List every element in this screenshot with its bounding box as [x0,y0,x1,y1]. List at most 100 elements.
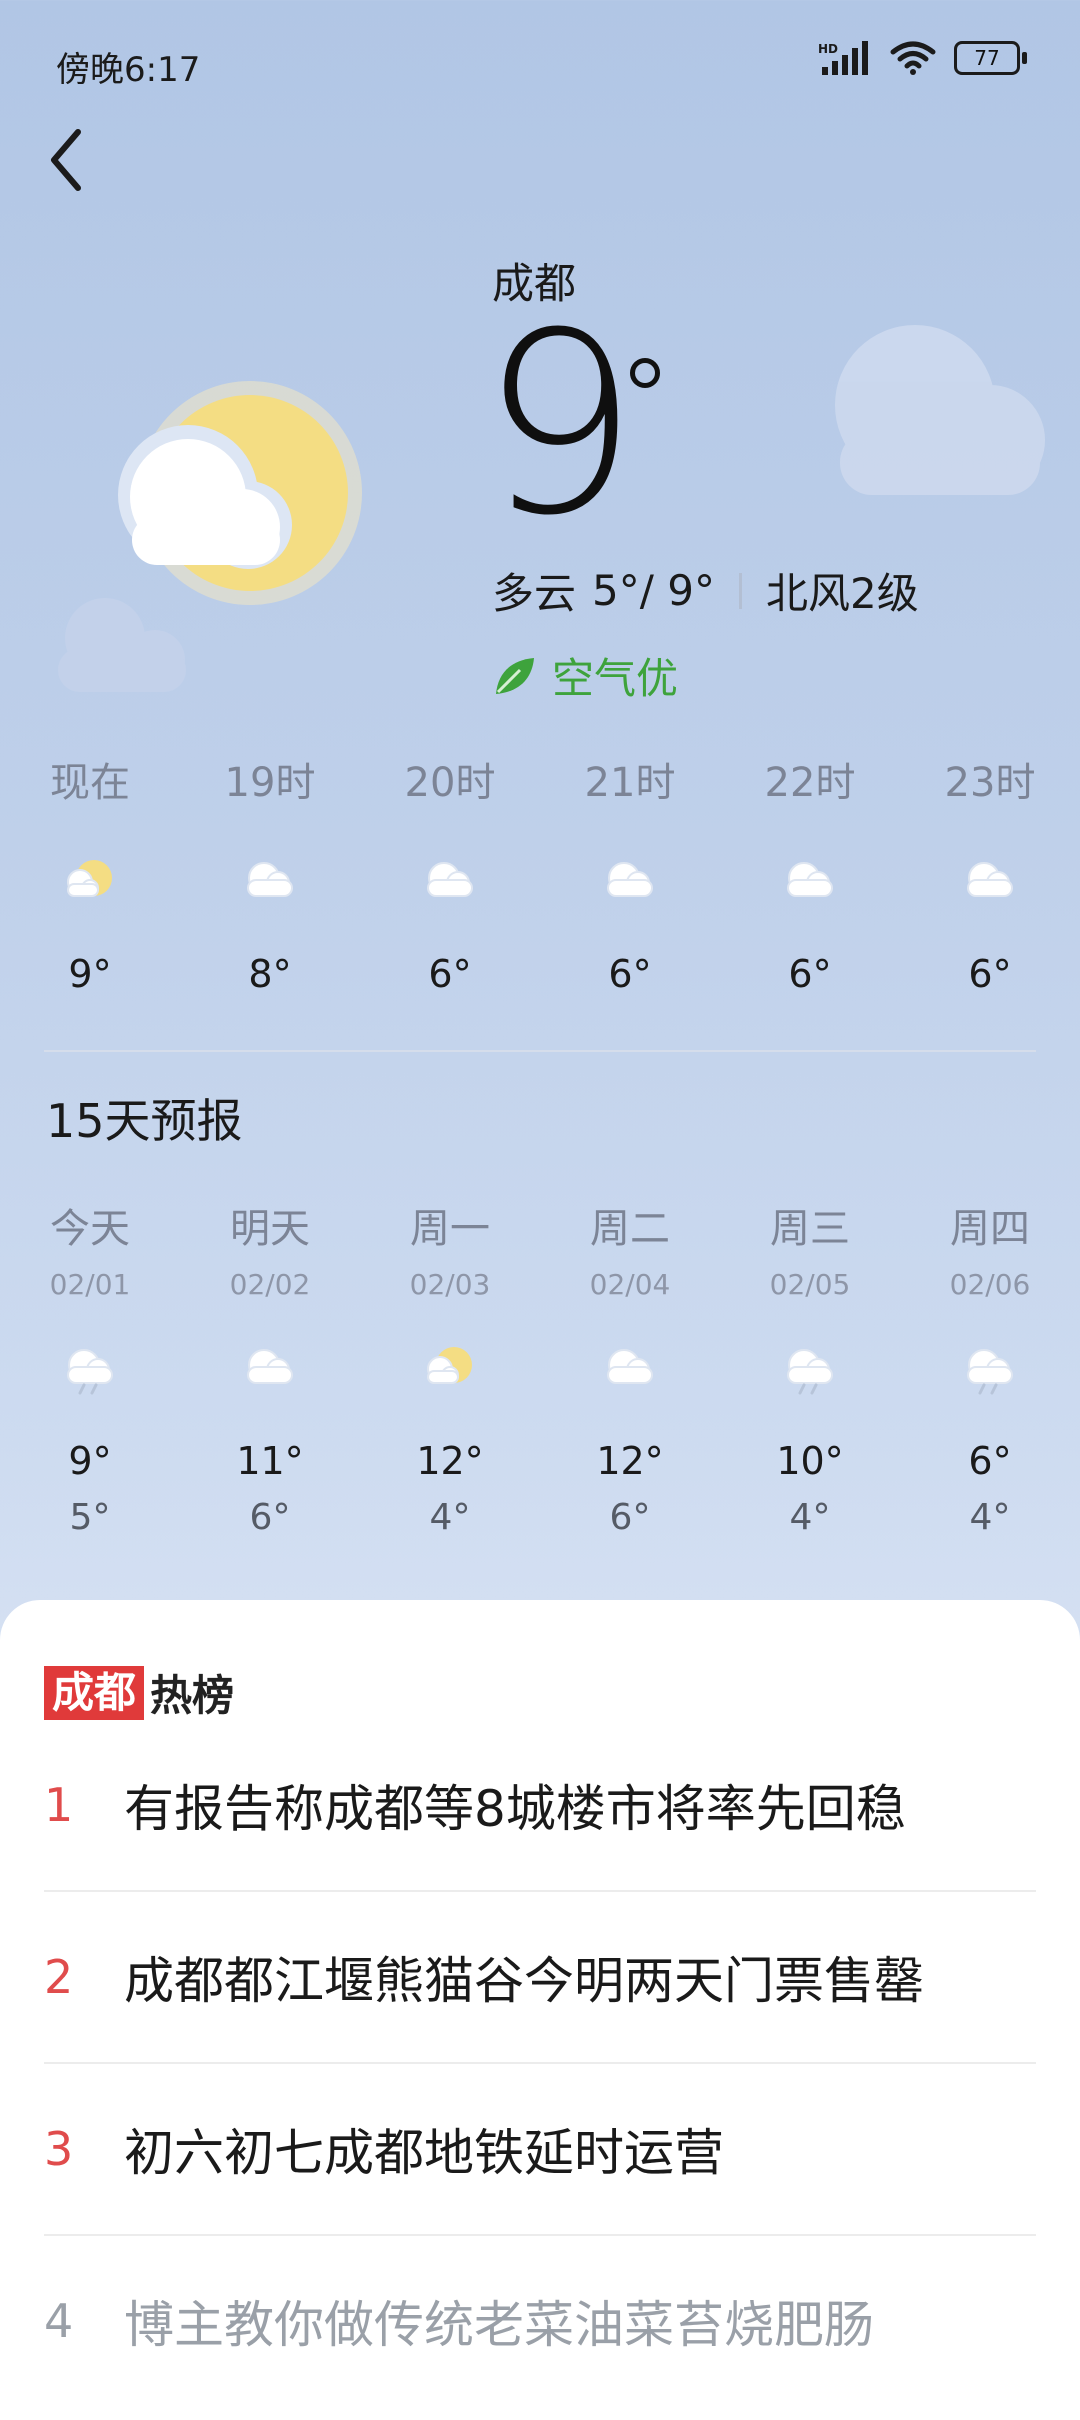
svg-text:HD: HD [818,42,838,56]
hourly-item: 22时 6° [720,750,900,996]
day-low: 6° [249,1497,291,1538]
hour-label: 19时 [224,760,316,806]
day-name: 周二 [590,1206,670,1252]
hourly-item: 20时 6° [360,750,540,996]
current-temperature: 9 [480,279,640,570]
hot-logo-label: 热榜 [150,1671,235,1720]
wifi-icon [890,41,936,75]
day-high: 6° [968,1439,1012,1483]
hot-list-item[interactable]: 3 初六初七成都地铁延时运营 [44,2064,1036,2236]
hd-signal-icon: HD [818,41,868,75]
day-low: 4° [969,1497,1011,1538]
cloud-icon [238,848,302,912]
day-name: 周三 [770,1206,850,1252]
hot-rank: 4 [44,2294,74,2348]
day-low: 5° [69,1497,111,1538]
hot-list-logo: 成都 热榜 [44,1662,234,1723]
hot-rank: 2 [44,1950,74,2004]
rain-cloud-icon [778,1335,842,1399]
day-date: 02/04 [589,1268,671,1301]
hour-temperature: 6° [968,952,1012,996]
hour-label: 21时 [584,760,676,806]
day-item[interactable]: 今天 02/01 9° 5° [0,1196,180,1538]
day-date: 02/06 [949,1268,1031,1301]
hot-logo-city: 成都 [44,1665,145,1720]
battery-icon: 77 [954,41,1027,75]
day-name: 今天 [50,1206,130,1252]
day-high: 10° [776,1439,844,1483]
day-low: 4° [789,1497,831,1538]
leaf-icon [496,657,534,694]
hot-headline: 成都都江堰熊猫谷今明两天门票售罄 [124,1952,924,2010]
air-quality-text: 空气优 [552,654,679,703]
day-date: 02/03 [409,1268,491,1301]
back-arrow-icon[interactable] [40,120,100,200]
hour-label: 现在 [50,760,130,806]
day-high: 12° [416,1439,484,1483]
hot-headline: 初六初七成都地铁延时运营 [124,2124,724,2182]
wind-text: 北风2级 [765,569,919,618]
hour-temperature: 8° [248,952,292,996]
cloud-icon [598,1335,662,1399]
day-item[interactable]: 明天 02/02 11° 6° [180,1196,360,1538]
degree-symbol [630,358,660,388]
background-cloud-right [835,325,1045,495]
rain-cloud-icon [958,1335,1022,1399]
day-date: 02/02 [229,1268,311,1301]
hour-temperature: 9° [68,952,112,996]
day-name: 周一 [410,1206,490,1252]
hourly-forecast: 现在 9° 19时 8° 20时 6° 21时 6° 22时 6° 23时 6° [0,750,1080,996]
hot-list: 1 有报告称成都等8城楼市将率先回稳 2 成都都江堰熊猫谷今明两天门票售罄 3 … [44,1720,1036,2406]
day-item[interactable]: 周三 02/05 10° 4° [720,1196,900,1538]
cloud-icon [958,848,1022,912]
day-date: 02/05 [769,1268,851,1301]
hourly-item: 21时 6° [540,750,720,996]
day-high: 12° [596,1439,664,1483]
day-high: 9° [68,1439,112,1483]
cloud-icon [598,848,662,912]
day-item[interactable]: 周四 02/06 6° 4° [900,1196,1080,1538]
hour-label: 22时 [764,760,856,806]
divider [738,572,742,609]
hot-rank: 1 [44,1778,74,1832]
rain-cloud-icon [58,1335,122,1399]
sun-cloud-icon [58,848,122,912]
hour-temperature: 6° [788,952,832,996]
battery-level: 77 [974,46,1000,70]
day-high: 11° [236,1439,304,1483]
hot-list-item[interactable]: 4 博主教你做传统老菜油菜苔烧肥肠 [44,2236,1036,2406]
day-low: 4° [429,1497,471,1538]
hot-list-item[interactable]: 2 成都都江堰熊猫谷今明两天门票售罄 [44,1892,1036,2064]
temperature-range: 5°/ 9° [592,566,715,615]
cloud-icon [238,1335,302,1399]
day-item[interactable]: 周二 02/04 12° 6° [540,1196,720,1538]
hour-temperature: 6° [608,952,652,996]
day-low: 6° [609,1497,651,1538]
hot-headline: 博主教你做传统老菜油菜苔烧肥肠 [124,2296,874,2354]
status-time: 傍晚6:17 [56,50,201,90]
hot-rank: 3 [44,2122,74,2176]
hourly-item: 23时 6° [900,750,1080,996]
day-date: 02/01 [49,1268,131,1301]
cloud-icon [778,848,842,912]
hourly-item: 现在 9° [0,750,180,996]
hot-list-item[interactable]: 1 有报告称成都等8城楼市将率先回稳 [44,1720,1036,1892]
cloud-icon [418,848,482,912]
daily-forecast[interactable]: 今天 02/01 9° 5° 明天 02/02 11° 6° 周一 02/03 … [0,1196,1080,1538]
section-divider [44,1050,1036,1052]
status-icons: HD 77 [816,40,1027,76]
hour-label: 20时 [404,760,496,806]
day-name: 周四 [950,1206,1030,1252]
hour-temperature: 6° [428,952,472,996]
condition-text: 多云 [492,569,577,618]
partly-cloudy-icon [118,381,362,605]
hot-headline: 有报告称成都等8城楼市将率先回稳 [124,1780,906,1838]
hour-label: 23时 [944,760,1036,806]
air-quality[interactable]: 空气优 [492,645,678,706]
day-name: 明天 [230,1206,310,1252]
day-item[interactable]: 周一 02/03 12° 4° [360,1196,540,1538]
condition-row: 多云 5°/ 9° 北风2级 [492,560,919,621]
forecast-title[interactable]: 15天预报 [46,1085,243,1151]
sun-cloud-icon [418,1335,482,1399]
hourly-item: 19时 8° [180,750,360,996]
